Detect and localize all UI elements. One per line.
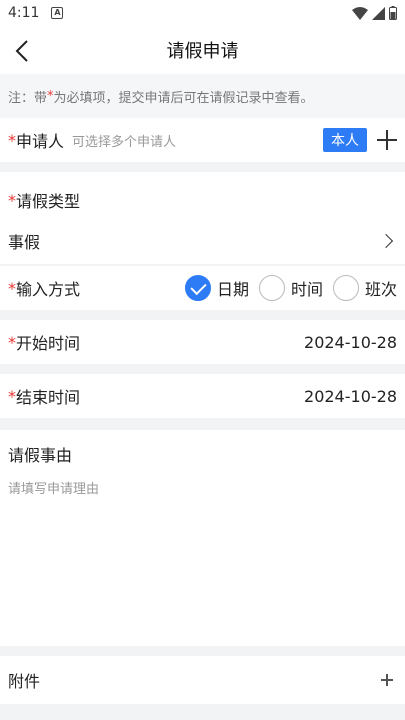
required-notice: 注：带 * 为必填项，提交申请后可在请假记录中查看。 [0,74,405,118]
radio-date[interactable]: 日期 [184,275,249,301]
leave-type-value: 事假 [8,233,41,252]
end-time-label: 结束时间 [16,388,81,407]
notice-prefix: 注：带 [8,90,48,106]
chevron-right-icon [378,233,394,249]
start-time-value[interactable]: 2024-10-28 [304,333,397,352]
attachment-row[interactable]: 附件 [0,656,405,704]
applicant-self-tag[interactable]: 本人 [323,128,367,152]
applicant-label: 申请人 [16,132,65,151]
required-star: * [8,278,16,298]
end-time-value[interactable]: 2024-10-28 [304,387,397,406]
attachment-label: 附件 [8,672,41,691]
input-mode-options: 日期 时间 班次 [175,275,397,301]
status-icons [352,6,397,20]
reason-label: 请假事由 [8,446,73,465]
radio-date-label: 日期 [216,280,249,299]
add-attachment-plus-icon[interactable] [381,674,393,686]
status-time: 4:11 [8,5,40,21]
radio-time[interactable]: 时间 [258,275,323,301]
empty-circle-icon [332,275,359,301]
start-time-label: 开始时间 [16,334,81,353]
empty-circle-icon [258,275,285,301]
add-applicant-plus-icon[interactable] [377,130,397,150]
reason-input[interactable] [8,478,397,628]
applicant-row[interactable]: * 申请人 可选择多个申请人 本人 [0,118,405,162]
radio-shift-label: 班次 [364,280,397,299]
required-star: * [8,190,16,210]
reason-section: 请假事由 [0,430,405,646]
start-time-row[interactable]: * 开始时间 2024-10-28 [0,320,405,364]
required-star: * [8,130,16,150]
signal-icon [372,6,385,20]
battery-icon [389,6,397,20]
leave-type-row[interactable]: * 请假类型 事假 [0,172,405,264]
required-star: * [8,386,16,406]
input-mode-label: 输入方式 [16,280,81,299]
leave-type-label: 请假类型 [16,192,81,211]
applicant-hint: 可选择多个申请人 [72,134,177,150]
app-notification-icon: A [51,7,64,19]
end-time-row[interactable]: * 结束时间 2024-10-28 [0,374,405,418]
page-title: 请假申请 [166,41,239,62]
wifi-icon [352,6,368,20]
checked-circle-icon [184,275,211,301]
status-bar: 4:11 A [0,0,405,26]
leave-type-selector[interactable]: 事假 [8,223,397,259]
notice-suffix: 为必填项，提交申请后可在请假记录中查看。 [53,90,314,106]
nav-bar: 请假申请 [0,26,405,74]
required-star: * [8,332,16,352]
leave-type-header: * 请假类型 [8,177,397,223]
back-arrow-icon[interactable] [10,38,36,64]
radio-time-label: 时间 [290,280,323,299]
input-mode-row: * 输入方式 日期 时间 班次 [0,266,405,310]
radio-shift[interactable]: 班次 [332,275,397,301]
